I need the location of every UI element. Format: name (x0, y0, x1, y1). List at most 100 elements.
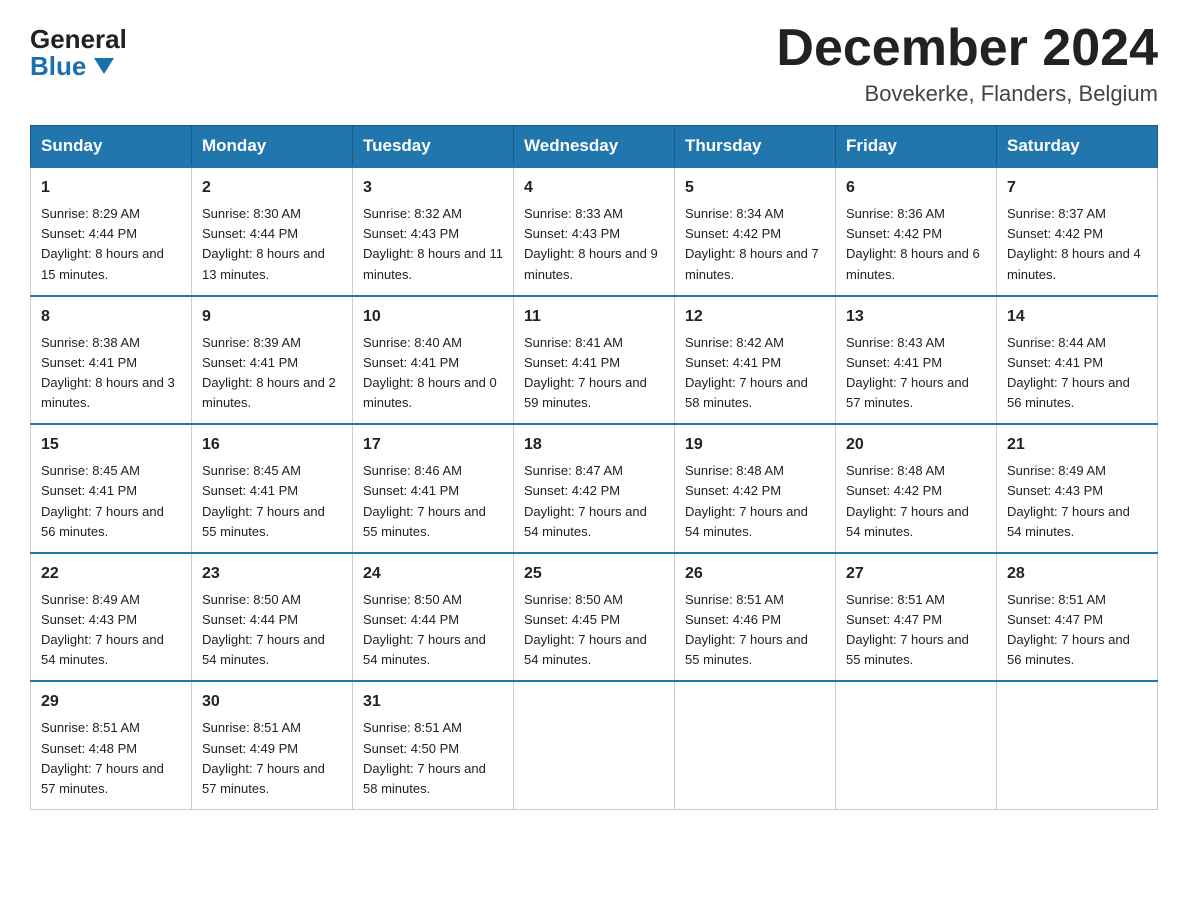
day-number: 22 (41, 562, 181, 586)
calendar-cell: 23 Sunrise: 8:50 AMSunset: 4:44 PMDayligh… (192, 553, 353, 682)
day-info: Sunrise: 8:50 AMSunset: 4:45 PMDaylight:… (524, 590, 664, 671)
day-info: Sunrise: 8:38 AMSunset: 4:41 PMDaylight:… (41, 333, 181, 414)
day-number: 19 (685, 433, 825, 457)
day-info: Sunrise: 8:44 AMSunset: 4:41 PMDaylight:… (1007, 333, 1147, 414)
col-header-sunday: Sunday (31, 126, 192, 168)
calendar-cell: 18 Sunrise: 8:47 AMSunset: 4:42 PMDayligh… (514, 424, 675, 553)
calendar-cell (675, 681, 836, 809)
day-number: 3 (363, 176, 503, 200)
day-number: 30 (202, 690, 342, 714)
calendar-cell (836, 681, 997, 809)
calendar-cell: 1 Sunrise: 8:29 AMSunset: 4:44 PMDaylight… (31, 167, 192, 296)
day-info: Sunrise: 8:48 AMSunset: 4:42 PMDaylight:… (846, 461, 986, 542)
calendar-cell: 5Sunrise: 8:34 AMSunset: 4:42 PMDaylight… (675, 167, 836, 296)
day-number: 25 (524, 562, 664, 586)
day-number: 28 (1007, 562, 1147, 586)
day-number: 8 (41, 305, 181, 329)
calendar-cell: 28 Sunrise: 8:51 AMSunset: 4:47 PMDayligh… (997, 553, 1158, 682)
day-info: Sunrise: 8:37 AMSunset: 4:42 PMDaylight:… (1007, 204, 1147, 285)
calendar-cell: 19 Sunrise: 8:48 AMSunset: 4:42 PMDayligh… (675, 424, 836, 553)
day-info: Sunrise: 8:45 AMSunset: 4:41 PMDaylight:… (202, 461, 342, 542)
day-number: 29 (41, 690, 181, 714)
day-info: Sunrise: 8:36 AMSunset: 4:42 PMDaylight:… (846, 204, 986, 285)
calendar-cell: 12 Sunrise: 8:42 AMSunset: 4:41 PMDayligh… (675, 296, 836, 425)
day-info: Sunrise: 8:40 AMSunset: 4:41 PMDaylight:… (363, 333, 503, 414)
day-info: Sunrise: 8:34 AMSunset: 4:42 PMDaylight:… (685, 204, 825, 285)
day-number: 13 (846, 305, 986, 329)
calendar-cell: 2Sunrise: 8:30 AMSunset: 4:44 PMDaylight… (192, 167, 353, 296)
day-number: 18 (524, 433, 664, 457)
col-header-tuesday: Tuesday (353, 126, 514, 168)
day-number: 12 (685, 305, 825, 329)
day-info: Sunrise: 8:49 AMSunset: 4:43 PMDaylight:… (1007, 461, 1147, 542)
day-number: 7 (1007, 176, 1147, 200)
day-info: Sunrise: 8:51 AMSunset: 4:47 PMDaylight:… (846, 590, 986, 671)
day-info: Sunrise: 8:39 AMSunset: 4:41 PMDaylight:… (202, 333, 342, 414)
calendar-table: SundayMondayTuesdayWednesdayThursdayFrid… (30, 125, 1158, 810)
calendar-cell: 14 Sunrise: 8:44 AMSunset: 4:41 PMDayligh… (997, 296, 1158, 425)
calendar-cell: 10 Sunrise: 8:40 AMSunset: 4:41 PMDayligh… (353, 296, 514, 425)
calendar-cell (514, 681, 675, 809)
calendar-cell: 24 Sunrise: 8:50 AMSunset: 4:44 PMDayligh… (353, 553, 514, 682)
calendar-cell: 11 Sunrise: 8:41 AMSunset: 4:41 PMDayligh… (514, 296, 675, 425)
day-number: 1 (41, 176, 181, 200)
day-number: 20 (846, 433, 986, 457)
day-info: Sunrise: 8:51 AMSunset: 4:48 PMDaylight:… (41, 718, 181, 799)
col-header-thursday: Thursday (675, 126, 836, 168)
calendar-cell: 29 Sunrise: 8:51 AMSunset: 4:48 PMDayligh… (31, 681, 192, 809)
page-header: General Blue December 2024 Bovekerke, Fl… (30, 20, 1158, 107)
calendar-cell: 3Sunrise: 8:32 AMSunset: 4:43 PMDaylight… (353, 167, 514, 296)
day-info: Sunrise: 8:51 AMSunset: 4:50 PMDaylight:… (363, 718, 503, 799)
logo-triangle-icon (94, 58, 114, 74)
logo: General Blue (30, 20, 127, 79)
day-info: Sunrise: 8:50 AMSunset: 4:44 PMDaylight:… (363, 590, 503, 671)
day-number: 11 (524, 305, 664, 329)
calendar-cell: 15Sunrise: 8:45 AMSunset: 4:41 PMDayligh… (31, 424, 192, 553)
day-info: Sunrise: 8:29 AMSunset: 4:44 PMDaylight:… (41, 204, 181, 285)
week-row-2: 8 Sunrise: 8:38 AMSunset: 4:41 PMDaylight… (31, 296, 1158, 425)
day-info: Sunrise: 8:50 AMSunset: 4:44 PMDaylight:… (202, 590, 342, 671)
day-number: 16 (202, 433, 342, 457)
week-row-3: 15Sunrise: 8:45 AMSunset: 4:41 PMDayligh… (31, 424, 1158, 553)
day-number: 4 (524, 176, 664, 200)
calendar-cell: 17Sunrise: 8:46 AMSunset: 4:41 PMDayligh… (353, 424, 514, 553)
calendar-cell: 21 Sunrise: 8:49 AMSunset: 4:43 PMDayligh… (997, 424, 1158, 553)
day-number: 9 (202, 305, 342, 329)
calendar-cell (997, 681, 1158, 809)
day-info: Sunrise: 8:41 AMSunset: 4:41 PMDaylight:… (524, 333, 664, 414)
day-number: 31 (363, 690, 503, 714)
day-info: Sunrise: 8:33 AMSunset: 4:43 PMDaylight:… (524, 204, 664, 285)
week-row-5: 29 Sunrise: 8:51 AMSunset: 4:48 PMDayligh… (31, 681, 1158, 809)
day-number: 10 (363, 305, 503, 329)
calendar-cell: 31 Sunrise: 8:51 AMSunset: 4:50 PMDayligh… (353, 681, 514, 809)
calendar-cell: 26Sunrise: 8:51 AMSunset: 4:46 PMDayligh… (675, 553, 836, 682)
day-info: Sunrise: 8:51 AMSunset: 4:46 PMDaylight:… (685, 590, 825, 671)
calendar-cell: 22 Sunrise: 8:49 AMSunset: 4:43 PMDayligh… (31, 553, 192, 682)
day-number: 21 (1007, 433, 1147, 457)
day-number: 14 (1007, 305, 1147, 329)
day-info: Sunrise: 8:51 AMSunset: 4:47 PMDaylight:… (1007, 590, 1147, 671)
calendar-cell: 4 Sunrise: 8:33 AMSunset: 4:43 PMDaylight… (514, 167, 675, 296)
day-number: 23 (202, 562, 342, 586)
calendar-cell: 30 Sunrise: 8:51 AMSunset: 4:49 PMDayligh… (192, 681, 353, 809)
day-number: 24 (363, 562, 503, 586)
day-info: Sunrise: 8:51 AMSunset: 4:49 PMDaylight:… (202, 718, 342, 799)
calendar-cell: 9 Sunrise: 8:39 AMSunset: 4:41 PMDaylight… (192, 296, 353, 425)
day-number: 2 (202, 176, 342, 200)
title-area: December 2024 Bovekerke, Flanders, Belgi… (776, 20, 1158, 107)
day-info: Sunrise: 8:47 AMSunset: 4:42 PMDaylight:… (524, 461, 664, 542)
calendar-header-row: SundayMondayTuesdayWednesdayThursdayFrid… (31, 126, 1158, 168)
calendar-cell: 25 Sunrise: 8:50 AMSunset: 4:45 PMDayligh… (514, 553, 675, 682)
day-info: Sunrise: 8:49 AMSunset: 4:43 PMDaylight:… (41, 590, 181, 671)
week-row-1: 1 Sunrise: 8:29 AMSunset: 4:44 PMDaylight… (31, 167, 1158, 296)
day-info: Sunrise: 8:42 AMSunset: 4:41 PMDaylight:… (685, 333, 825, 414)
col-header-saturday: Saturday (997, 126, 1158, 168)
logo-blue-line: Blue (30, 53, 114, 79)
week-row-4: 22 Sunrise: 8:49 AMSunset: 4:43 PMDayligh… (31, 553, 1158, 682)
day-number: 17 (363, 433, 503, 457)
col-header-friday: Friday (836, 126, 997, 168)
day-info: Sunrise: 8:43 AMSunset: 4:41 PMDaylight:… (846, 333, 986, 414)
calendar-cell: 7 Sunrise: 8:37 AMSunset: 4:42 PMDaylight… (997, 167, 1158, 296)
day-info: Sunrise: 8:48 AMSunset: 4:42 PMDaylight:… (685, 461, 825, 542)
col-header-wednesday: Wednesday (514, 126, 675, 168)
